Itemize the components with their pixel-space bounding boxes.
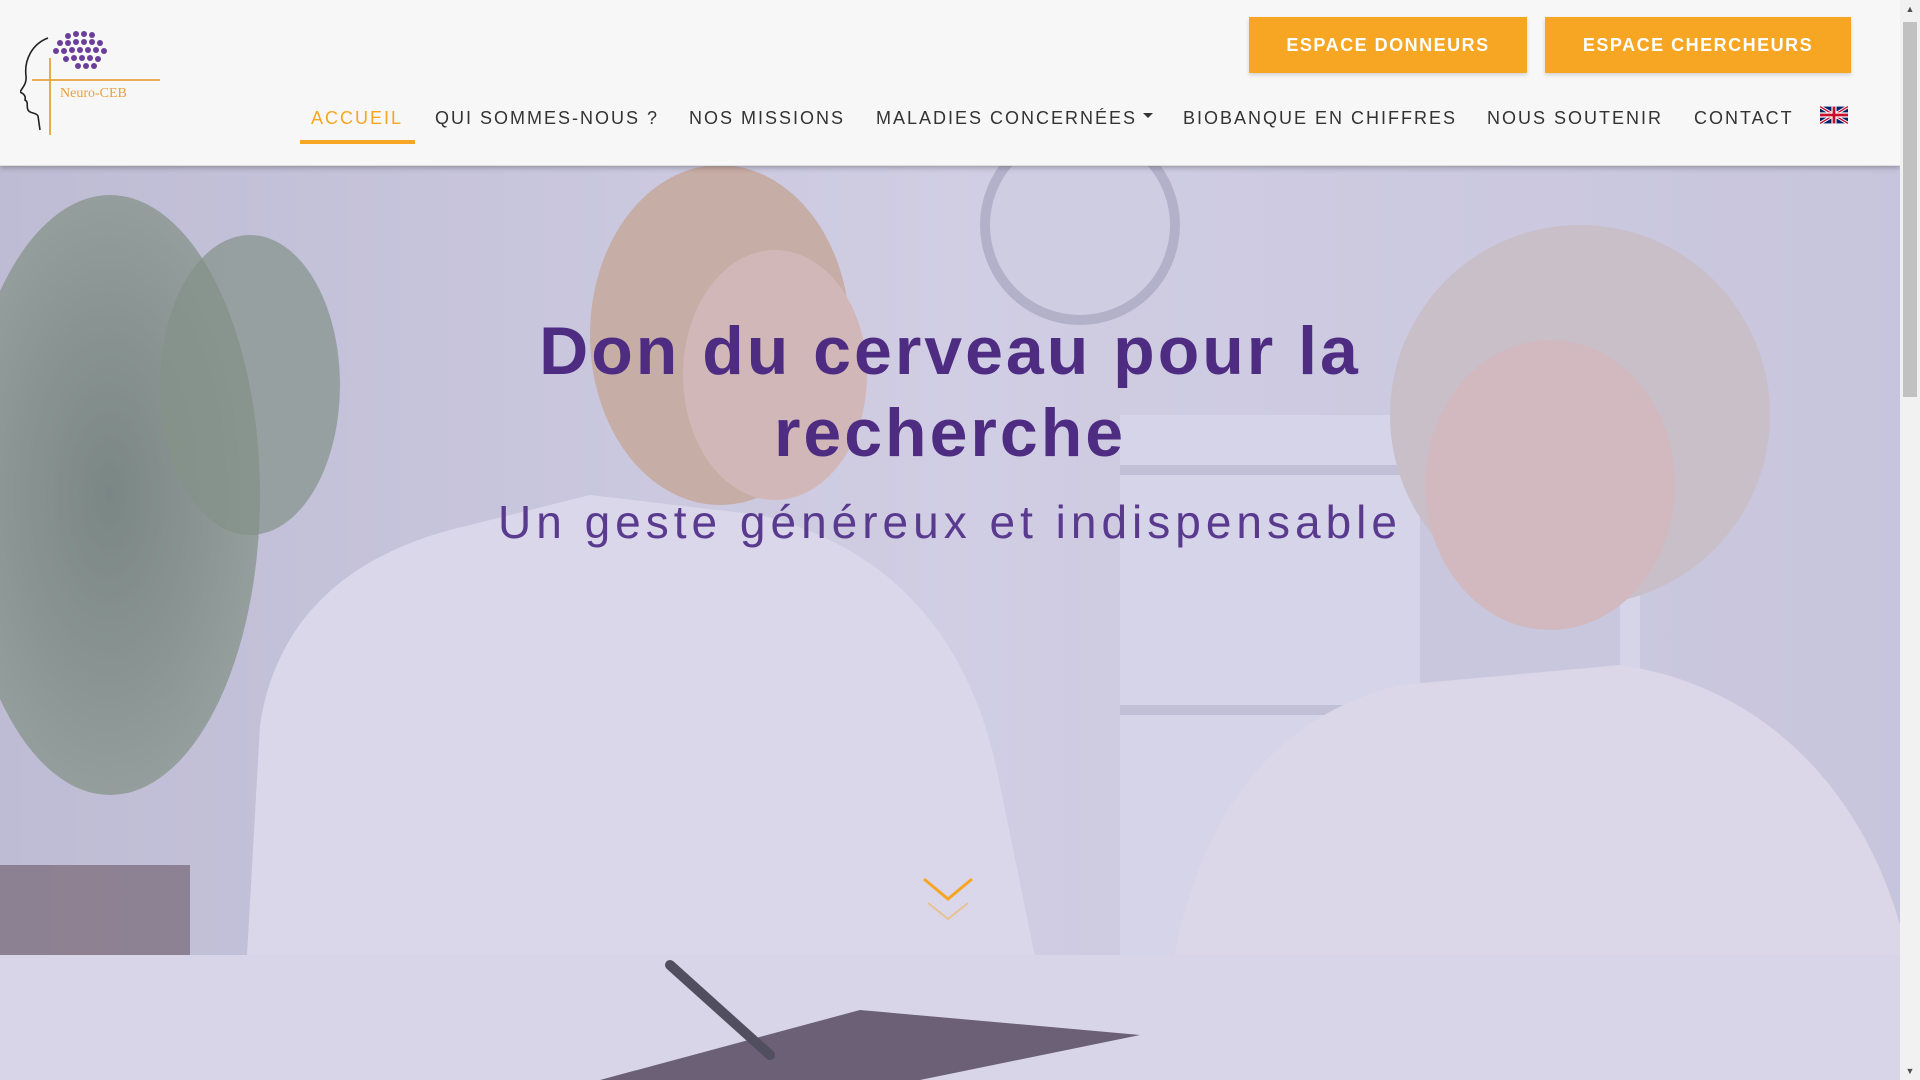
- vertical-scrollbar[interactable]: ▲ ▼: [1900, 0, 1920, 1080]
- nav-item-maladies-concernees[interactable]: MALADIES CONCERNÉES: [876, 94, 1154, 142]
- page: Neuro-CEB ESPACE DONNEURS ESPACE CHERCHE…: [0, 0, 1900, 1080]
- hero-section: Don du cerveau pour la recherche Un gest…: [0, 165, 1900, 1080]
- uk-flag-icon[interactable]: [1820, 106, 1848, 124]
- scrollbar-thumb[interactable]: [1903, 22, 1917, 397]
- hero-subtitle: Un geste généreux et indispensable: [498, 496, 1402, 548]
- espace-chercheurs-button[interactable]: ESPACE CHERCHEURS: [1545, 17, 1851, 73]
- main-nav: ACCUEIL QUI SOMMES-NOUS ? NOS MISSIONS M…: [0, 94, 1900, 144]
- nav-item-biobanque[interactable]: BIOBANQUE EN CHIFFRES: [1183, 94, 1457, 142]
- site-header: Neuro-CEB ESPACE DONNEURS ESPACE CHERCHE…: [0, 0, 1900, 166]
- scroll-up-arrow-icon[interactable]: ▲: [1900, 0, 1920, 18]
- hero-overlay: [0, 165, 1900, 1080]
- espace-donneurs-button[interactable]: ESPACE DONNEURS: [1249, 17, 1527, 73]
- nav-item-contact[interactable]: CONTACT: [1694, 94, 1794, 142]
- scroll-down-arrow-icon[interactable]: ▼: [1900, 1062, 1920, 1080]
- caret-down-icon: [1143, 112, 1154, 118]
- chevron-down-icon[interactable]: [920, 875, 976, 931]
- nav-item-accueil[interactable]: ACCUEIL: [311, 94, 403, 142]
- nav-item-nos-missions[interactable]: NOS MISSIONS: [689, 94, 845, 142]
- nav-item-nous-soutenir[interactable]: NOUS SOUTENIR: [1487, 94, 1663, 142]
- active-nav-indicator: [300, 140, 415, 144]
- hero-title: Don du cerveau pour la recherche: [539, 313, 1361, 471]
- nav-item-qui-sommes-nous[interactable]: QUI SOMMES-NOUS ?: [435, 94, 659, 142]
- nav-item-maladies-label: MALADIES CONCERNÉES: [876, 107, 1138, 128]
